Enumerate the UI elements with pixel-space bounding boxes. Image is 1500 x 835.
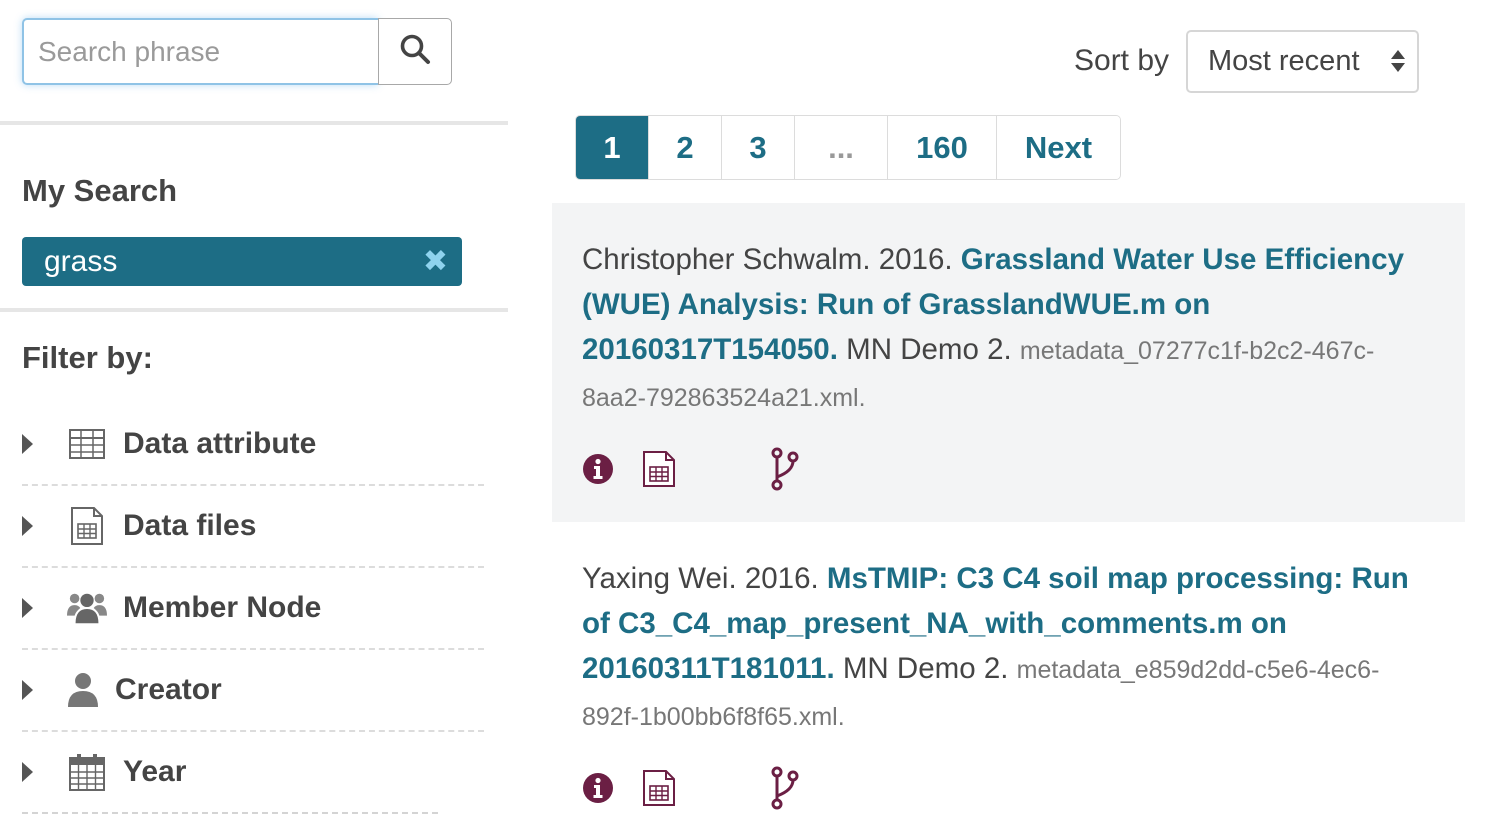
result-actions [582,766,1435,810]
calendar-icon [67,752,107,792]
author-year: Christopher Schwalm. 2016. [582,243,961,276]
filter-title: Filter by: [22,340,153,375]
table-icon [67,424,107,464]
page-160[interactable]: 160 [888,116,997,179]
search-tag-label: grass [44,244,118,278]
page-3[interactable]: 3 [722,116,795,179]
sort-arrows-icon [1391,50,1405,72]
data-file-icon[interactable] [642,450,676,488]
filter-label: Member Node [123,591,322,624]
divider [0,308,508,312]
member-node: MN Demo 2. [834,652,1017,685]
search-box [22,18,452,85]
caret-right-icon [22,762,33,782]
page-2[interactable]: 2 [649,116,722,179]
provenance-icon[interactable] [770,447,800,491]
remove-tag-icon[interactable]: ✖ [423,244,448,279]
caret-right-icon [22,434,33,454]
users-icon [67,588,107,628]
search-input[interactable] [22,18,378,85]
filter-label: Year [123,755,187,788]
search-icon [399,33,431,70]
result-item: Yaxing Wei. 2016. MsTMIP: C3 C4 soil map… [552,522,1465,835]
my-search-title: My Search [22,173,178,208]
sort-select[interactable]: Most recent [1186,30,1419,93]
author-year: Yaxing Wei. 2016. [582,562,827,595]
caret-right-icon [22,680,33,700]
result-item: Christopher Schwalm. 2016. Grassland Wat… [552,203,1465,522]
info-icon[interactable] [582,772,614,804]
filter-member-node[interactable]: Member Node [22,568,484,650]
filter-creator[interactable]: Creator [22,650,484,732]
provenance-icon[interactable] [770,766,800,810]
page-1[interactable]: 1 [576,116,649,179]
caret-right-icon [22,516,33,536]
filter-data-attribute[interactable]: Data attribute [22,404,484,486]
sort-selected: Most recent [1208,45,1360,77]
divider [0,121,508,125]
user-icon [67,670,99,710]
page-ellipsis: ... [795,116,888,179]
search-button[interactable] [378,18,452,85]
pagination: 1 2 3 ... 160 Next [575,115,1121,180]
filter-label: Data files [123,509,257,542]
caret-right-icon [22,598,33,618]
filter-label: Creator [115,673,222,706]
filter-label: Data attribute [123,427,317,460]
next-page[interactable]: Next [997,116,1120,179]
filter-data-files[interactable]: Data files [22,486,484,568]
citation: Yaxing Wei. 2016. MsTMIP: C3 C4 soil map… [582,556,1435,740]
info-icon[interactable] [582,453,614,485]
file-table-icon [67,506,107,546]
citation: Christopher Schwalm. 2016. Grassland Wat… [582,237,1435,421]
member-node: MN Demo 2. [837,333,1020,366]
data-file-icon[interactable] [642,769,676,807]
search-tag: grass ✖ [22,237,462,286]
result-actions [582,447,1435,491]
sort-label: Sort by [1074,44,1170,77]
filter-year[interactable]: Year [22,732,438,814]
